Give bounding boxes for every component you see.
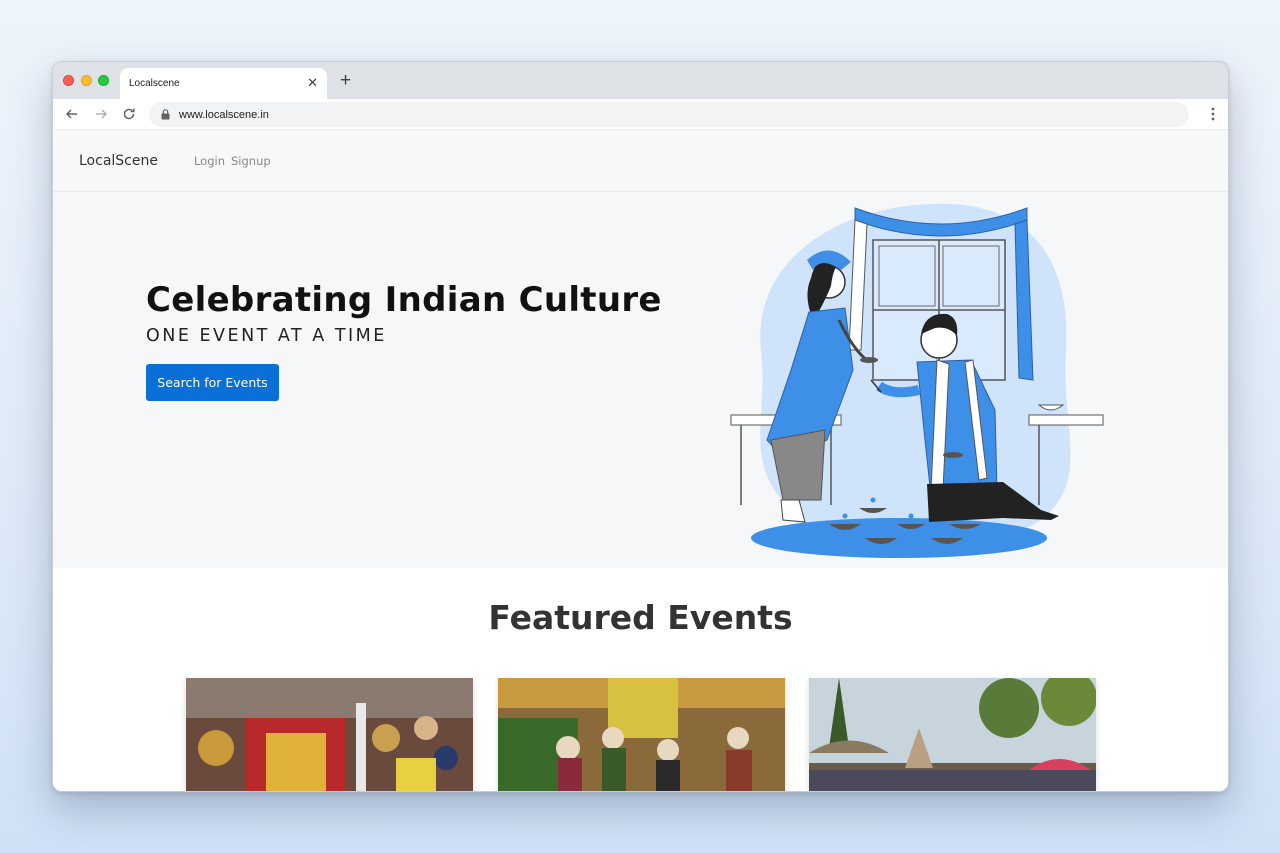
site-logo[interactable]: LocalScene: [79, 153, 158, 169]
signup-link[interactable]: Signup: [231, 154, 271, 168]
reload-icon[interactable]: [121, 106, 137, 122]
window-maximize-dot[interactable]: [98, 75, 109, 86]
site-navbar: LocalScene Login Signup: [53, 130, 1228, 192]
browser-window: Localscene ✕ + www.localscene.in LocalSc…: [52, 61, 1229, 792]
browser-tab[interactable]: Localscene ✕: [120, 68, 327, 99]
event-card-image: [186, 678, 473, 791]
kebab-menu-icon[interactable]: [1211, 107, 1215, 121]
event-card-image: [809, 678, 1096, 791]
back-arrow-icon[interactable]: [64, 106, 80, 122]
hero-subtitle: ONE EVENT AT A TIME: [146, 326, 387, 346]
page-content: LocalScene Login Signup Celebrating Indi…: [53, 130, 1228, 791]
window-minimize-dot[interactable]: [81, 75, 92, 86]
url-text: www.localscene.in: [179, 108, 269, 121]
event-card-image: [498, 678, 785, 791]
featured-events-title: Featured Events: [488, 598, 793, 637]
plus-icon[interactable]: +: [340, 71, 351, 90]
featured-events-section: Featured Events: [53, 568, 1228, 791]
event-card[interactable]: [809, 678, 1096, 791]
browser-toolbar: www.localscene.in: [53, 99, 1228, 130]
event-card[interactable]: [498, 678, 785, 791]
close-icon[interactable]: ✕: [307, 77, 318, 90]
lock-icon: [161, 109, 170, 120]
browser-titlebar: Localscene ✕ +: [53, 62, 1228, 99]
address-bar[interactable]: www.localscene.in: [149, 102, 1189, 127]
window-close-dot[interactable]: [63, 75, 74, 86]
hero-title: Celebrating Indian Culture: [146, 280, 662, 320]
event-card[interactable]: [186, 678, 473, 791]
tab-title: Localscene: [129, 78, 180, 89]
hero-section: Celebrating Indian Culture ONE EVENT AT …: [53, 192, 1228, 568]
forward-arrow-icon[interactable]: [93, 106, 109, 122]
search-events-button[interactable]: Search for Events: [146, 364, 279, 401]
diwali-illustration: [730, 203, 1104, 558]
login-link[interactable]: Login: [194, 154, 225, 168]
